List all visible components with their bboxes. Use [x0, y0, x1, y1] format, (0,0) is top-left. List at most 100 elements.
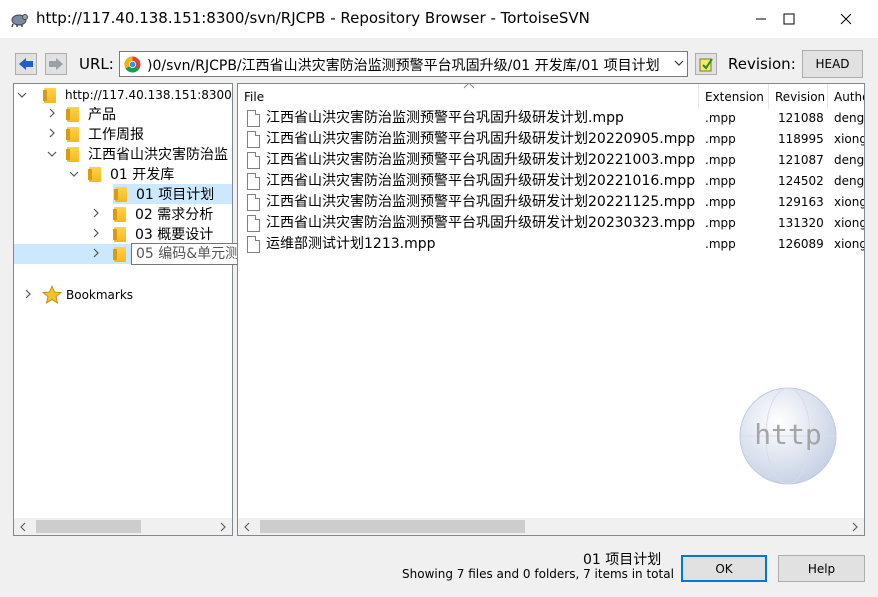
- cell-author: xiong: [834, 132, 865, 146]
- cell-revision: 126089: [778, 237, 824, 251]
- current-path-status: 01 项目计划: [583, 552, 662, 568]
- tree-item-label: 03 概要设计: [135, 227, 214, 243]
- scrollbar-thumb[interactable]: [36, 520, 141, 533]
- tree-item-weekly-report[interactable]: 工作周报: [46, 124, 144, 144]
- maximize-button[interactable]: [766, 0, 812, 38]
- table-row[interactable]: 江西省山洪灾害防治监测预警平台巩固升级研发计划20221125.mpp .mpp 1…: [238, 192, 865, 213]
- scroll-right-icon[interactable]: [214, 518, 231, 535]
- tree-item-root[interactable]: http://117.40.138.151:8300/: [16, 85, 233, 105]
- folder-icon: [88, 166, 101, 182]
- file-icon: [247, 152, 260, 169]
- file-icon: [247, 236, 260, 253]
- cell-extension: .mpp: [705, 216, 736, 230]
- tree-item-label: 产品: [88, 107, 116, 123]
- log-icon: [699, 58, 713, 72]
- file-icon: [247, 110, 260, 127]
- cell-author: deng:: [834, 111, 865, 125]
- help-button[interactable]: Help: [778, 555, 865, 582]
- tree-horizontal-scrollbar[interactable]: [14, 518, 232, 535]
- tree-item-label: 01 项目计划: [136, 187, 215, 203]
- table-row[interactable]: 江西省山洪灾害防治监测预警平台巩固升级研发计划20221003.mpp .mpp 1…: [238, 150, 865, 171]
- repository-tree[interactable]: http://117.40.138.151:8300/ 产品 工作周报 江西省山…: [13, 83, 233, 536]
- scrollbar-thumb[interactable]: [260, 520, 525, 533]
- chevron-right-icon[interactable]: [46, 108, 58, 121]
- tortoisesvn-icon: [11, 14, 28, 28]
- scroll-left-icon[interactable]: [238, 518, 255, 535]
- tree-item-design[interactable]: 03 概要设计: [90, 224, 213, 244]
- back-button[interactable]: [15, 53, 37, 75]
- table-row[interactable]: 江西省山洪灾害防治监测预警平台巩固升级研发计划20230323.mpp .mpp 1…: [238, 213, 865, 234]
- cell-revision: 118995: [778, 132, 824, 146]
- star-icon: [42, 285, 62, 304]
- list-horizontal-scrollbar[interactable]: [238, 518, 864, 535]
- chevron-right-icon[interactable]: [46, 128, 58, 141]
- table-row[interactable]: 江西省山洪灾害防治监测预警平台巩固升级研发计划20220905.mpp .mpp 1…: [238, 129, 865, 150]
- file-icon: [247, 131, 260, 148]
- chevron-right-icon[interactable]: [90, 208, 102, 221]
- cell-file-name: 江西省山洪灾害防治监测预警平台巩固升级研发计划20230323.mpp: [266, 215, 696, 231]
- column-header-file[interactable]: File: [238, 84, 699, 109]
- column-header-revision[interactable]: Revision: [769, 84, 828, 109]
- cell-author: xiong: [834, 195, 865, 209]
- table-row[interactable]: 江西省山洪灾害防治监测预警平台巩固升级研发计划20221016.mpp .mpp 1…: [238, 171, 865, 192]
- window-title: http://117.40.138.151:8300/svn/RJCPB - R…: [36, 9, 590, 27]
- cell-revision: 131320: [778, 216, 824, 230]
- url-label: URL:: [79, 55, 114, 73]
- table-row[interactable]: 运维部测试计划1213.mpp .mpp 126089 xiong: [238, 234, 864, 255]
- chevron-down-icon[interactable]: [46, 148, 58, 161]
- cell-author: xiong: [834, 216, 865, 230]
- scroll-left-icon[interactable]: [14, 518, 31, 535]
- cell-revision: 129163: [778, 195, 824, 209]
- title-bar: http://117.40.138.151:8300/svn/RJCPB - R…: [0, 0, 878, 38]
- chevron-right-icon[interactable]: [90, 248, 102, 261]
- revision-button[interactable]: HEAD: [802, 50, 863, 78]
- cell-author: deng:: [834, 153, 865, 167]
- file-icon: [247, 173, 260, 190]
- scroll-right-icon[interactable]: [846, 518, 863, 535]
- globe-watermark-icon: http: [739, 387, 837, 485]
- tree-item-product[interactable]: 产品: [46, 104, 116, 124]
- tree-item-dev-repo[interactable]: 01 开发库: [68, 164, 174, 184]
- arrow-right-icon: [49, 58, 63, 70]
- close-button[interactable]: [823, 0, 869, 38]
- watermark-text: http: [754, 418, 821, 451]
- item-count-status: Showing 7 files and 0 folders, 7 items i…: [402, 567, 674, 581]
- folder-icon: [114, 186, 127, 202]
- cell-author: deng:: [834, 174, 865, 188]
- url-combobox[interactable]: )0/svn/RJCPB/江西省山洪灾害防治监测预警平台巩固升级/01 开发库/…: [119, 51, 688, 77]
- tree-item-project-plan[interactable]: 01 项目计划: [113, 184, 232, 204]
- maximize-icon: [783, 13, 795, 25]
- forward-button[interactable]: [45, 53, 67, 75]
- column-header-extension[interactable]: Extension: [699, 84, 769, 109]
- tree-item-requirements[interactable]: 02 需求分析: [90, 204, 213, 224]
- cell-file-name: 江西省山洪灾害防治监测预警平台巩固升级研发计划.mpp: [266, 110, 624, 126]
- folder-icon: [113, 206, 126, 222]
- cell-extension: .mpp: [705, 153, 736, 167]
- tree-item-label: 01 开发库: [110, 167, 175, 183]
- ok-button[interactable]: OK: [681, 555, 767, 582]
- chevron-down-icon[interactable]: [68, 168, 80, 181]
- file-icon: [247, 194, 260, 211]
- chevron-down-icon[interactable]: [16, 89, 28, 102]
- chevron-right-icon[interactable]: [90, 228, 102, 241]
- file-list[interactable]: File Extension Revision Autho 江西省山洪灾害防治监…: [237, 83, 865, 536]
- table-row[interactable]: 江西省山洪灾害防治监测预警平台巩固升级研发计划.mpp .mpp 121088 den…: [238, 108, 865, 129]
- cell-revision: 124502: [778, 174, 824, 188]
- chevron-right-icon[interactable]: [22, 289, 34, 302]
- folder-icon: [66, 146, 79, 162]
- tree-item-label: http://117.40.138.151:8300/: [65, 88, 233, 102]
- chevron-down-icon[interactable]: [674, 57, 684, 70]
- show-log-button[interactable]: [695, 53, 717, 75]
- cell-file-name: 江西省山洪灾害防治监测预警平台巩固升级研发计划20221016.mpp: [266, 173, 696, 189]
- cell-extension: .mpp: [705, 111, 736, 125]
- revision-label: Revision:: [728, 55, 796, 73]
- tree-item-project[interactable]: 江西省山洪灾害防治监: [46, 144, 228, 164]
- cell-extension: .mpp: [705, 237, 736, 251]
- tree-item-label: 江西省山洪灾害防治监: [88, 147, 228, 163]
- folder-icon: [113, 246, 126, 262]
- cell-file-name: 江西省山洪灾害防治监测预警平台巩固升级研发计划20220905.mpp: [266, 131, 696, 147]
- column-header-author[interactable]: Autho: [828, 84, 864, 109]
- tree-item-bookmarks[interactable]: Bookmarks: [22, 285, 133, 305]
- cell-file-name: 江西省山洪灾害防治监测预警平台巩固升级研发计划20221125.mpp: [266, 194, 696, 210]
- cell-extension: .mpp: [705, 195, 736, 209]
